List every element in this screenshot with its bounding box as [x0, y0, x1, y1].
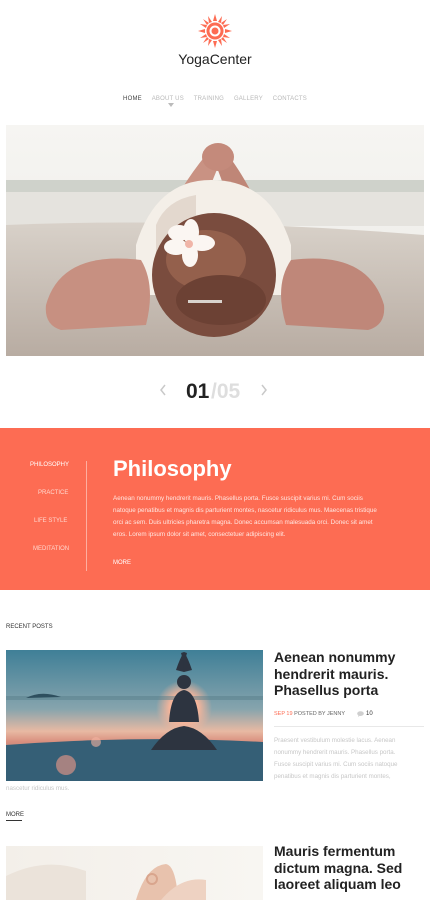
post1-excerpt-line: Praesent vestibulum molestie lacus. Aene… — [274, 737, 396, 744]
post1-excerpt-tail: nascetur ridiculus mus. — [6, 785, 70, 792]
post1-title-line[interactable]: Aenean nonummy — [274, 649, 424, 666]
philosophy-text-line: Aenean nonummy hendrerit mauris. Phasell… — [113, 495, 363, 502]
philosophy-text-line: natoque penatibus et magnis dis parturie… — [113, 506, 377, 514]
post1-title-line[interactable]: Phasellus porta — [274, 682, 424, 699]
post1-sunset-yoga-photo[interactable] — [6, 650, 263, 781]
post2-title[interactable]: Mauris fermentum dictum magna. Sed laore… — [274, 843, 424, 893]
nav-about-us[interactable]: ABOUT US — [152, 96, 184, 102]
slide-total-number: /05 — [211, 380, 241, 403]
side-menu-life-style[interactable]: LIFE STYLE — [34, 518, 67, 524]
recent-posts-heading: RECENT POSTS — [6, 624, 53, 630]
side-menu-meditation[interactable]: MEDITATION — [33, 546, 69, 552]
chevron-down-icon — [168, 103, 174, 107]
post1-comment-count[interactable]: 10 — [366, 711, 373, 717]
post1-title-line[interactable]: hendrerit mauris. — [274, 666, 424, 683]
more-underline — [6, 820, 22, 821]
post1-excerpt-line: nonummy hendrerit mauris. Phasellus port… — [274, 749, 396, 756]
philosophy-text-line: orci ac sem. Duis ultricies pharetra mag… — [113, 518, 373, 526]
brand-name[interactable]: YogaCenter — [0, 51, 430, 67]
hero-yoga-photo — [6, 125, 424, 356]
post1-title[interactable]: Aenean nonummy hendrerit mauris. Phasell… — [274, 649, 424, 699]
nav-home[interactable]: HOME — [123, 96, 142, 102]
post2-title-line[interactable]: dictum magna. Sed — [274, 860, 424, 877]
side-menu-philosophy[interactable]: PHILOSOPHY — [30, 462, 69, 468]
post1-excerpt: Praesent vestibulum molestie lacus. Aene… — [274, 735, 424, 783]
post1-meta: SEP 19 POSTED BY JENNY — [274, 711, 345, 717]
philosophy-title: Philosophy — [113, 456, 232, 481]
post1-date: SEP 19 — [274, 711, 293, 717]
post2-meditation-photo[interactable] — [6, 846, 263, 900]
post1-excerpt-line: penatibus et magnis dis parturient monte… — [274, 773, 391, 780]
side-menu-divider — [86, 461, 87, 571]
post1-divider — [274, 726, 424, 727]
philosophy-text: Aenean nonummy hendrerit mauris. Phasell… — [113, 493, 423, 541]
slider-next-icon[interactable] — [259, 383, 269, 397]
post2-title-line[interactable]: laoreet aliquam leo — [274, 876, 424, 893]
main-nav: HOME ABOUT US TRAINING GALLERY CONTACTS — [0, 96, 430, 102]
nav-training[interactable]: TRAINING — [194, 96, 224, 102]
side-menu-practice[interactable]: PRACTICE — [38, 490, 68, 496]
post1-excerpt-line: Fusce suscipit varius mi. Cum sociis nat… — [274, 761, 398, 768]
post2-title-line[interactable]: Mauris fermentum — [274, 843, 424, 860]
comment-icon — [357, 711, 364, 717]
philosophy-more-link[interactable]: MORE — [113, 560, 131, 566]
nav-contacts[interactable]: CONTACTS — [273, 96, 307, 102]
nav-gallery[interactable]: GALLERY — [234, 96, 263, 102]
slider-prev-icon[interactable] — [158, 383, 168, 397]
sun-logo-icon[interactable] — [198, 14, 232, 48]
philosophy-text-line: eros. Lorem ipsum dolor sit amet, consec… — [113, 530, 286, 538]
post1-author: POSTED BY JENNY — [294, 711, 346, 717]
slide-current-number: 01 — [186, 380, 210, 403]
post1-more-link[interactable]: MORE — [6, 812, 24, 818]
